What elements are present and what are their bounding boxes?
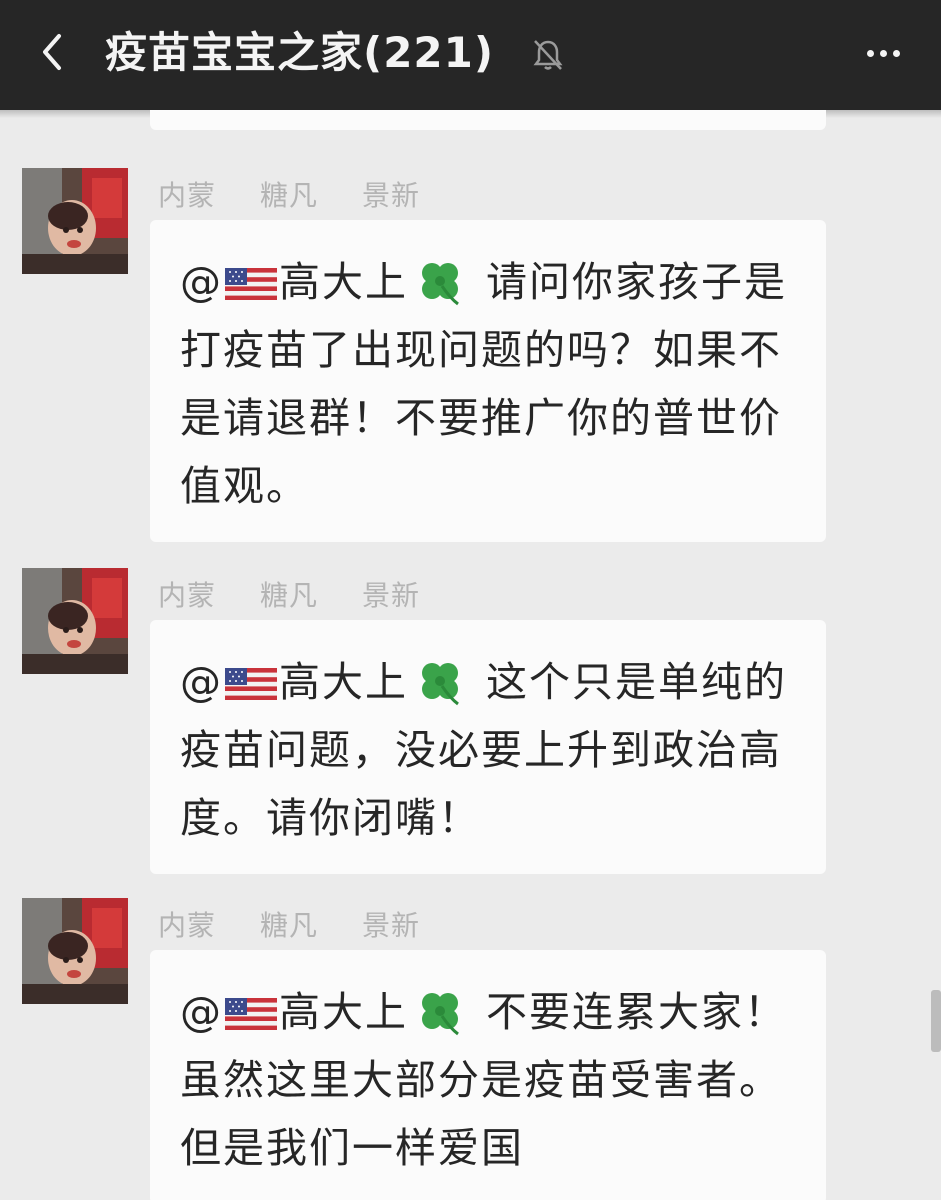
sender-name: 内蒙 糖凡 景新 [158,579,421,612]
mention-name: 高大上 [279,988,408,1036]
mention-name: 高大上 [279,258,408,306]
four-leaf-clover-icon [412,988,468,1036]
us-flag-icon [225,268,277,300]
four-leaf-clover-icon [412,258,468,306]
mention-at: @ [180,988,223,1036]
four-leaf-clover-icon [412,658,468,706]
message-bubble[interactable]: @ 高大上 不要连累大家！虽然这里大部分是疫苗受害者。但是我们一样爱国 [150,950,826,1200]
us-flag-icon [225,668,277,700]
more-dots-icon [866,49,874,57]
sender-name: 内蒙 糖凡 景新 [158,179,421,212]
chevron-left-icon [43,34,61,70]
back-button[interactable] [22,22,82,82]
previous-message-bubble [150,110,826,130]
us-flag-icon [225,998,277,1030]
avatar[interactable] [22,898,128,1004]
message-bubble[interactable]: @ 高大上 这个只是单纯的疫苗问题，没必要上升到政治高度。请你闭嘴！ [150,620,826,874]
chat-header: 疫苗宝宝之家(221) [0,0,941,110]
chat-window: 疫苗宝宝之家(221) 内蒙 糖凡 景新 @ 高大上 请问你家孩子是打疫苗了出现问题的吗… [0,0,941,1200]
message-bubble[interactable]: @ 高大上 请问你家孩子是打疫苗了出现问题的吗？如果不是请退群！不要推广你的普世价值… [150,220,826,542]
avatar[interactable] [22,568,128,674]
mention-at: @ [180,658,223,706]
mention-at: @ [180,258,223,306]
more-options-button[interactable] [853,28,913,78]
scrollbar-thumb[interactable] [931,990,941,1052]
sender-name: 内蒙 糖凡 景新 [158,909,421,942]
mention-name: 高大上 [279,658,408,706]
avatar[interactable] [22,168,128,274]
chat-title: 疫苗宝宝之家(221) [105,28,495,77]
bell-muted-icon [533,40,563,70]
